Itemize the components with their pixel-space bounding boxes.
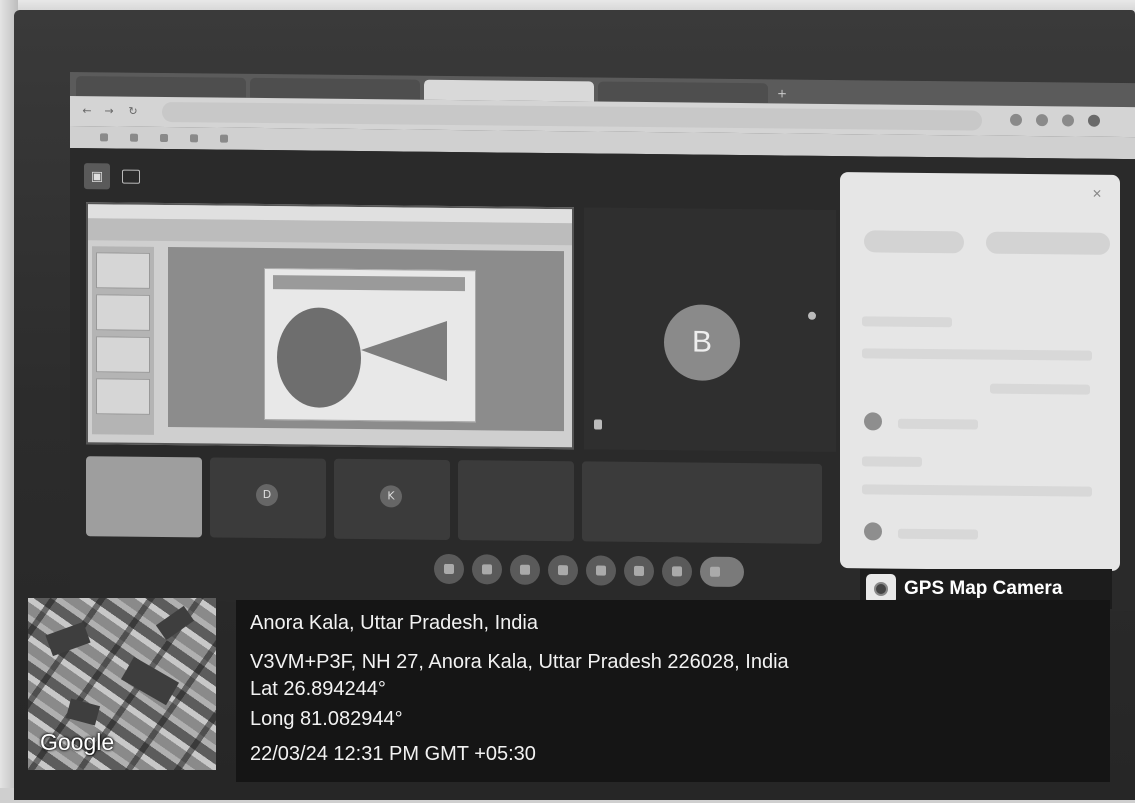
slide-thumbnail bbox=[96, 378, 150, 415]
mic-button[interactable] bbox=[434, 553, 464, 585]
map-thumbnail: Google bbox=[28, 598, 216, 770]
reactions-button[interactable] bbox=[548, 555, 578, 586]
participant-initial: D bbox=[256, 483, 278, 507]
slide-thumbnail bbox=[96, 294, 150, 331]
list-item[interactable] bbox=[862, 484, 1092, 497]
close-icon[interactable]: ✕ bbox=[1092, 187, 1102, 201]
participant-thumbnail-name bbox=[342, 533, 442, 534]
list-item bbox=[990, 383, 1090, 395]
location-info-box: Anora Kala, Uttar Pradesh, India V3VM+P3… bbox=[236, 600, 1110, 782]
profile-avatar-icon[interactable] bbox=[1088, 114, 1100, 127]
participant-tile[interactable]: B bbox=[584, 207, 836, 453]
bookmark-item[interactable] bbox=[160, 133, 172, 143]
participant-thumbnail[interactable]: D bbox=[210, 457, 326, 539]
participant-name bbox=[594, 419, 610, 430]
location-longitude: Long 81.082944° bbox=[250, 708, 403, 730]
participant-thumbnail-name bbox=[466, 534, 566, 535]
list-item bbox=[862, 456, 922, 467]
location-datetime: 22/03/24 12:31 PM GMT +05:30 bbox=[250, 743, 536, 765]
participant-thumbnail-name bbox=[218, 532, 318, 533]
participant-strip: D K bbox=[86, 456, 822, 544]
gps-app-name: GPS Map Camera bbox=[904, 578, 1063, 599]
location-place: Anora Kala, Uttar Pradesh, India bbox=[250, 612, 538, 634]
address-bar[interactable] bbox=[162, 101, 982, 131]
back-icon[interactable]: ← bbox=[80, 104, 94, 118]
bookmark-item[interactable] bbox=[190, 133, 202, 143]
participant-thumbnail-name bbox=[94, 530, 194, 531]
slide bbox=[264, 268, 476, 423]
slide-canvas bbox=[168, 247, 564, 432]
presenting-icon bbox=[122, 169, 140, 184]
location-address: V3VM+P3F, NH 27, Anora Kala, Uttar Prade… bbox=[250, 651, 789, 673]
mic-status-icon bbox=[808, 311, 816, 320]
browser-tab[interactable] bbox=[76, 76, 246, 98]
slide-pie-graphic bbox=[277, 307, 361, 409]
extension-icon[interactable] bbox=[1062, 114, 1074, 127]
participant-initial: K bbox=[380, 485, 402, 508]
pin-icon bbox=[594, 419, 602, 430]
shared-ribbon bbox=[88, 218, 572, 246]
browser-tab-active[interactable] bbox=[424, 79, 594, 102]
extension-icon[interactable] bbox=[1036, 114, 1048, 127]
browser-tab[interactable] bbox=[598, 81, 768, 104]
participant-thumbnail[interactable] bbox=[582, 461, 822, 544]
map-provider-logo: Google bbox=[40, 729, 115, 755]
participant-thumbnail[interactable] bbox=[86, 456, 202, 538]
camera-button[interactable] bbox=[472, 554, 502, 585]
present-button[interactable] bbox=[586, 555, 616, 586]
slide-title bbox=[273, 275, 465, 292]
forward-icon[interactable]: → bbox=[102, 104, 116, 118]
bookmark-item[interactable] bbox=[220, 134, 232, 144]
captions-button[interactable] bbox=[510, 554, 540, 585]
extension-icon[interactable] bbox=[1010, 113, 1022, 126]
browser-window: + ← → ↻ ▣ B ✕ D K bbox=[70, 72, 1135, 612]
add-people-button[interactable] bbox=[864, 230, 964, 254]
reload-icon[interactable]: ↻ bbox=[126, 105, 140, 119]
new-tab-icon[interactable]: + bbox=[772, 83, 792, 103]
browser-tab[interactable] bbox=[250, 77, 420, 100]
raise-hand-button[interactable] bbox=[624, 555, 654, 587]
control-buttons bbox=[434, 553, 744, 588]
more-options-button[interactable] bbox=[662, 556, 692, 587]
meeting-view: ▣ B ✕ D K bbox=[70, 148, 1135, 612]
slide-thumbnail bbox=[96, 252, 150, 289]
list-item bbox=[862, 316, 952, 328]
participant-avatar: B bbox=[664, 304, 740, 382]
avatar bbox=[864, 412, 882, 431]
participant-thumbnail[interactable] bbox=[458, 460, 574, 542]
shared-screen bbox=[86, 202, 574, 450]
list-item[interactable] bbox=[898, 418, 978, 430]
panel-action-button[interactable] bbox=[986, 231, 1110, 255]
slide-wedge-graphic bbox=[361, 320, 447, 381]
list-item[interactable] bbox=[898, 528, 978, 540]
slide-thumbnail-panel bbox=[92, 246, 154, 435]
participant-thumbnail-name bbox=[590, 535, 690, 536]
meeting-logo-icon[interactable]: ▣ bbox=[84, 163, 110, 190]
list-item[interactable] bbox=[862, 348, 1092, 361]
location-latitude: Lat 26.894244° bbox=[250, 678, 386, 700]
slide-thumbnail bbox=[96, 336, 150, 373]
participant-thumbnail[interactable]: K bbox=[334, 458, 450, 540]
bookmark-item[interactable] bbox=[130, 133, 142, 143]
bookmark-item[interactable] bbox=[100, 132, 112, 142]
people-panel: ✕ bbox=[840, 172, 1120, 571]
presenter-bar: ▣ bbox=[84, 162, 152, 191]
avatar bbox=[864, 522, 882, 541]
leave-call-button[interactable] bbox=[700, 556, 744, 588]
